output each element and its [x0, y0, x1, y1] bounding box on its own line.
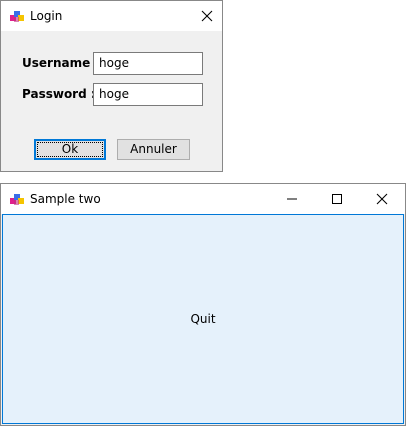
sample-two-window: Sample two Quit — [0, 183, 406, 426]
close-button[interactable] — [359, 184, 405, 214]
sample-two-window-title: Sample two — [30, 192, 101, 206]
focus-rectangle — [37, 142, 103, 157]
sample-two-titlebar[interactable]: Sample two — [1, 184, 405, 214]
close-button[interactable] — [184, 1, 230, 31]
ok-button[interactable]: Ok — [34, 139, 106, 160]
maximize-button[interactable] — [314, 184, 360, 214]
login-titlebar[interactable]: Login — [1, 1, 222, 31]
minimize-button[interactable] — [269, 184, 315, 214]
login-window-title: Login — [30, 9, 63, 23]
username-label: Username : — [22, 56, 100, 70]
username-field[interactable]: hoge — [93, 52, 203, 75]
quit-button-label: Quit — [190, 312, 216, 326]
password-field[interactable]: hoge — [93, 83, 203, 106]
app-icon — [9, 191, 25, 207]
quit-button[interactable]: Quit — [2, 214, 404, 424]
cancel-button[interactable]: Annuler — [117, 139, 190, 160]
password-label: Password : — [22, 87, 96, 101]
app-icon — [9, 8, 25, 24]
cancel-button-label: Annuler — [130, 142, 177, 156]
login-window: Login Username : hoge Password : hoge Ok… — [0, 0, 223, 172]
